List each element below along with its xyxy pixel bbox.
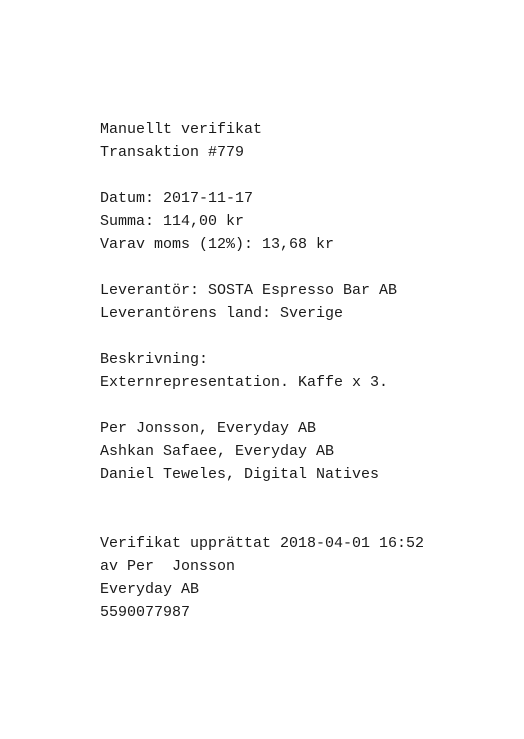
participant-line: Ashkan Safaee, Everyday AB	[100, 443, 335, 460]
description-label: Beskrivning:	[100, 351, 209, 368]
amount-line: Summa: 114,00 kr	[100, 213, 245, 230]
participant-line: Per Jonsson, Everyday AB	[100, 420, 317, 437]
supplier-line: Leverantör: SOSTA Espresso Bar AB	[100, 282, 398, 299]
date-line: Datum: 2017-11-17	[100, 190, 254, 207]
company-line: Everyday AB	[100, 581, 200, 598]
description-text: Externrepresentation. Kaffe x 3.	[100, 374, 389, 391]
created-by-line: av Per Jonsson	[100, 558, 236, 575]
participant-line: Daniel Teweles, Digital Natives	[100, 466, 380, 483]
document-title: Manuellt verifikat	[100, 121, 263, 138]
supplier-country-line: Leverantörens land: Sverige	[100, 305, 344, 322]
org-number-line: 5590077987	[100, 604, 191, 621]
created-line: Verifikat upprättat 2018-04-01 16:52	[100, 535, 425, 552]
vat-line: Varav moms (12%): 13,68 kr	[100, 236, 335, 253]
voucher-document: Manuellt verifikat Transaktion #779 Datu…	[100, 118, 424, 624]
transaction-number: Transaktion #779	[100, 144, 245, 161]
